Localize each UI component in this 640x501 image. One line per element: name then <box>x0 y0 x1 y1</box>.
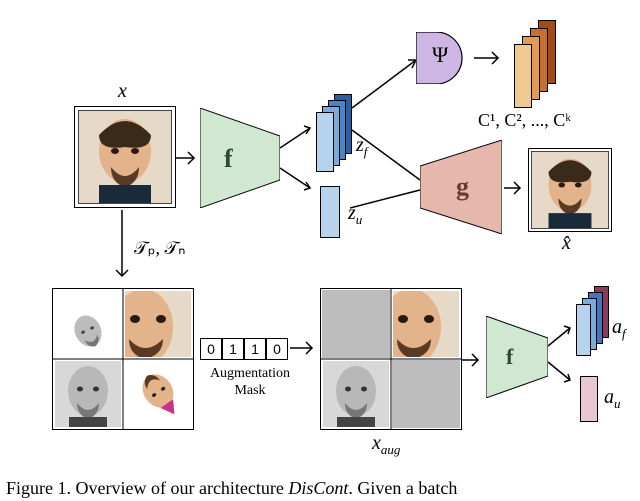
arrows-f-split <box>280 120 320 200</box>
aug-cell-bl <box>55 361 121 427</box>
arrow-xaug-to-f2 <box>462 350 486 370</box>
output-image-xhat <box>531 151 609 229</box>
label-psi: Ψ <box>432 42 448 68</box>
figure-caption: Figure 1. Overview of our architecture D… <box>0 478 640 499</box>
augmask-cell-3: 0 <box>266 338 288 360</box>
arrows-f2-split <box>548 322 578 392</box>
aug-cell-br <box>125 361 191 427</box>
label-af: af <box>612 316 626 342</box>
augmentation-mask: 0 1 1 0 <box>200 338 288 360</box>
xaug-cell-bl <box>323 361 389 427</box>
arrow-x-to-aug <box>112 210 132 286</box>
input-image-x <box>78 110 172 204</box>
arrow-x-to-f <box>176 148 202 168</box>
arrow-mask-to-xaug <box>290 338 320 358</box>
augmask-cell-1: 1 <box>222 338 244 360</box>
C-block-1 <box>514 44 532 108</box>
label-x: x <box>118 80 127 103</box>
label-g: g <box>456 172 469 202</box>
label-xhat: x̂ <box>562 232 571 255</box>
arrows-z-to-g <box>350 110 430 220</box>
label-classifiers: C¹, C², ..., Cᵏ <box>478 110 571 131</box>
label-transforms: 𝒯ₚ, 𝒯ₙ <box>134 238 185 259</box>
augmask-cell-0: 0 <box>200 338 222 360</box>
masked-cell-br <box>392 360 460 428</box>
encoder-f <box>200 108 280 208</box>
au-block <box>580 376 598 422</box>
label-augmentation: AugmentationMask <box>202 366 298 400</box>
arrow-g-to-xhat <box>504 178 528 198</box>
label-f: f <box>224 144 233 174</box>
aug-grid-right <box>320 288 462 430</box>
zf-block-1 <box>316 112 334 172</box>
label-au: au <box>604 386 621 412</box>
figure-canvas: x f zf zu <box>0 0 640 480</box>
label-f-aug: f <box>506 344 513 370</box>
xaug-cell-tr <box>393 291 459 357</box>
masked-cell-tl <box>322 290 390 358</box>
arrow-psi-to-C <box>474 48 506 68</box>
augmask-cell-2: 1 <box>244 338 266 360</box>
aug-cell-tr <box>125 291 191 357</box>
aug-grid-left <box>52 288 194 430</box>
encoder-f-aug <box>486 316 548 398</box>
aug-cell-tl <box>55 291 121 357</box>
af-block-1 <box>576 304 591 356</box>
zu-block <box>320 186 340 238</box>
label-xaug: xaug <box>372 432 400 458</box>
